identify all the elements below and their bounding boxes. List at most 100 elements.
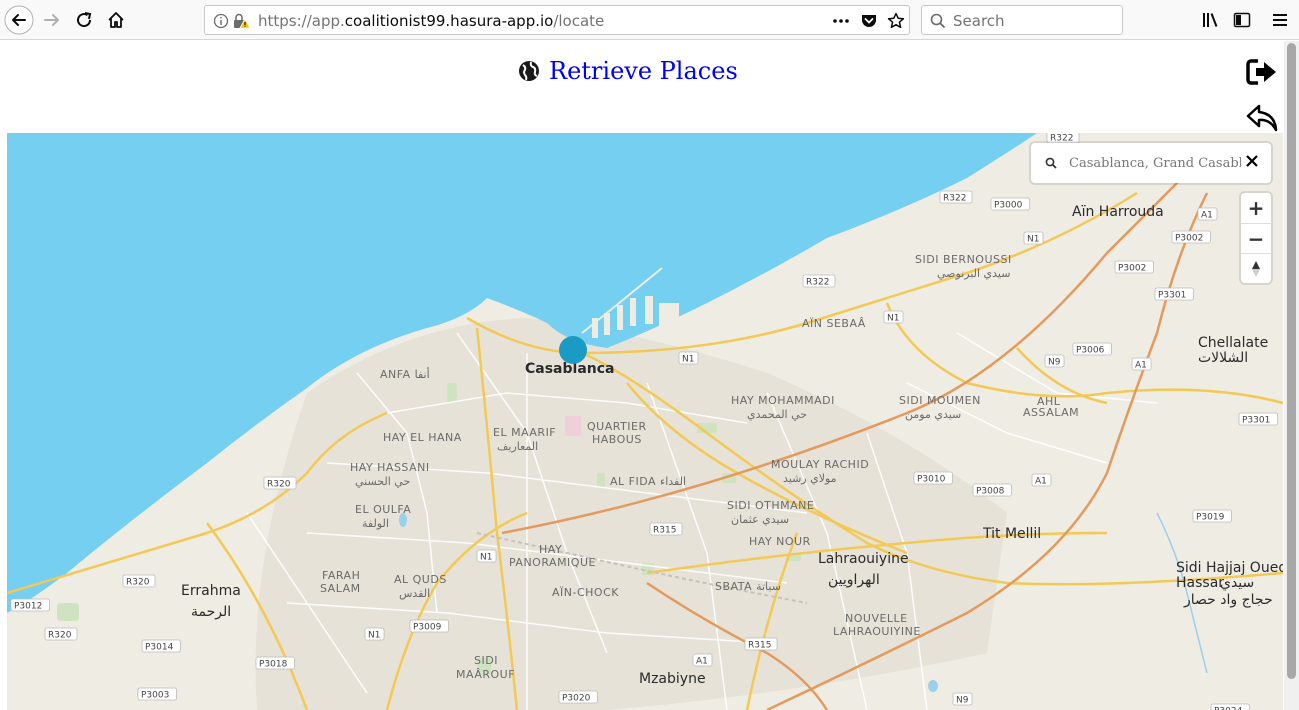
- road-shield-label: R322: [1050, 134, 1073, 144]
- label-nouvelle: NOUVELLE: [845, 612, 908, 625]
- label-chellalate-ar: الشلالات: [1198, 350, 1248, 366]
- label-mzabiyne: Mzabiyne: [639, 671, 706, 687]
- location-marker[interactable]: [559, 336, 587, 364]
- label-al-quds: AL QUDS: [394, 573, 447, 586]
- road-shield-label: P3010: [917, 475, 946, 485]
- label-moulay-rachid: MOULAY RACHID: [771, 458, 869, 471]
- label-ain-harrouda: Aïn Harrouda: [1072, 204, 1164, 220]
- label-ain-sebaa: AÏN SEBAÂ: [802, 317, 866, 330]
- road-shield-label: A1: [1201, 211, 1213, 221]
- road-shield-label: R315: [748, 641, 771, 651]
- reload-icon: [77, 12, 92, 28]
- globe-icon: [519, 61, 539, 81]
- label-salam: SALAM: [320, 582, 361, 595]
- page-content: Retrieve Places Casablanca Aïn Harrouda …: [0, 41, 1299, 710]
- page-scrollbar[interactable]: [1284, 41, 1299, 710]
- road-shield-label: P3009: [413, 623, 442, 633]
- url-bar[interactable]: https://app.coalitionist99.hasura-app.io…: [204, 5, 910, 35]
- sidebar-icon[interactable]: [1233, 11, 1251, 29]
- hamburger-menu-icon[interactable]: [1271, 11, 1289, 29]
- label-hassar-ar1: سيدي: [1220, 575, 1254, 591]
- label-sidi-othmane: SIDI OTHMANE: [727, 499, 814, 512]
- road-shield-label: N1: [682, 355, 694, 365]
- road-shield-label: N1: [887, 314, 899, 324]
- road-shield-label: P3020: [562, 694, 591, 704]
- zoom-control: + −: [1241, 193, 1271, 283]
- label-maarouf: MAÂROUF: [456, 668, 515, 681]
- geocoder-search[interactable]: [1031, 143, 1271, 183]
- label-lahraouiyine-ar: الهراويين: [828, 572, 880, 588]
- home-button[interactable]: [100, 4, 132, 36]
- road-shield-label: P3018: [259, 660, 288, 670]
- label-el-oulfa-ar: الولفة: [362, 517, 389, 530]
- label-hay-mohammadi-ar: حي المحمدي: [747, 408, 807, 421]
- road-shield-label: P3019: [1196, 513, 1225, 523]
- label-sidi-moumen: SIDI MOUMEN: [899, 394, 981, 407]
- arrow-left-icon: [4, 5, 34, 35]
- compass-icon: [1252, 261, 1260, 277]
- browser-toolbar: https://app.coalitionist99.hasura-app.io…: [0, 0, 1299, 40]
- road-shield-label: P3301: [1242, 416, 1270, 426]
- road-shield-label: N9: [1048, 358, 1061, 368]
- zoom-in-button[interactable]: +: [1241, 193, 1271, 223]
- back-button[interactable]: [1246, 103, 1278, 137]
- search-icon: [930, 13, 946, 29]
- label-el-maarif: EL MAARIF: [493, 426, 556, 439]
- road-shield-label: N1: [1027, 235, 1039, 245]
- page-header: Retrieve Places: [517, 57, 738, 85]
- close-icon[interactable]: [1245, 154, 1259, 168]
- label-el-maarif-ar: المعاريف: [497, 440, 538, 453]
- scrollbar-thumb[interactable]: [1287, 43, 1296, 679]
- road-shield-label: N1: [368, 631, 380, 641]
- info-icon: [213, 13, 229, 29]
- library-icon[interactable]: [1201, 11, 1219, 29]
- label-errahma-ar: الرحمة: [191, 604, 231, 620]
- label-anfa: ANFA أنفا: [380, 367, 430, 381]
- logout-button[interactable]: [1246, 57, 1278, 91]
- pocket-icon[interactable]: [860, 12, 878, 30]
- label-hay: HAY: [539, 543, 562, 556]
- road-shield-label: P3014: [145, 643, 174, 653]
- road-shield-label: P3024: [1214, 707, 1243, 710]
- label-hay-mohammadi: HAY MOHAMMADI: [731, 394, 835, 407]
- label-tit-mellil: Tit Mellil: [982, 526, 1041, 542]
- road-shield-label: R315: [653, 526, 676, 536]
- label-hassar: Hassar: [1176, 575, 1224, 591]
- label-hay-hassani-ar: حي الحسني: [355, 475, 410, 488]
- road-shield-label: N9: [956, 696, 969, 706]
- geocoder-input[interactable]: [1069, 153, 1241, 173]
- label-hay-nour: HAY NOUR: [749, 535, 811, 548]
- browser-search-field[interactable]: Search: [921, 5, 1123, 35]
- label-hay-hassani: HAY HASSANI: [350, 461, 430, 474]
- zoom-out-button[interactable]: −: [1241, 224, 1271, 254]
- map-view[interactable]: Casablanca Aïn Harrouda SIDI BERNOUSSI س…: [7, 133, 1283, 710]
- bookmark-star-icon[interactable]: [887, 12, 905, 30]
- more-actions-icon[interactable]: [831, 13, 851, 29]
- browser-search-placeholder: Search: [953, 12, 1005, 30]
- label-sidi: SIDI: [474, 654, 498, 667]
- forward-nav-button[interactable]: [36, 4, 68, 36]
- page-title-link[interactable]: Retrieve Places: [549, 57, 738, 85]
- road-shield-label: P3000: [994, 201, 1023, 211]
- reply-arrow-icon: [1246, 104, 1278, 132]
- label-assalam: ASSALAM: [1023, 406, 1079, 419]
- road-shield-label: P3002: [1118, 264, 1146, 274]
- label-sbata: SBATA سباتة: [715, 580, 781, 593]
- reload-button[interactable]: [68, 4, 100, 36]
- label-el-oulfa: EL OULFA: [355, 503, 411, 516]
- road-shield-label: R322: [943, 194, 966, 204]
- label-hassar-ar2: حجاج واد حصار: [1183, 592, 1273, 608]
- arrow-right-icon: [44, 14, 59, 26]
- search-icon: [1045, 157, 1057, 169]
- label-chellalate: Chellalate: [1198, 335, 1268, 351]
- back-nav-button[interactable]: [3, 4, 35, 36]
- label-sidi-bernoussi: SIDI BERNOUSSI: [915, 253, 1012, 266]
- road-shield-label: A1: [1035, 477, 1047, 487]
- road-shield-label: P3301: [1158, 291, 1186, 301]
- label-al-fida: AL FIDA الفداء: [610, 475, 686, 488]
- road-shield-label: A1: [1135, 361, 1147, 371]
- label-quartier: QUARTIER: [587, 420, 647, 433]
- road-shield-label: P3006: [1076, 346, 1105, 356]
- label-panoramique: PANORAMIQUE: [509, 556, 596, 569]
- compass-button[interactable]: [1241, 254, 1271, 284]
